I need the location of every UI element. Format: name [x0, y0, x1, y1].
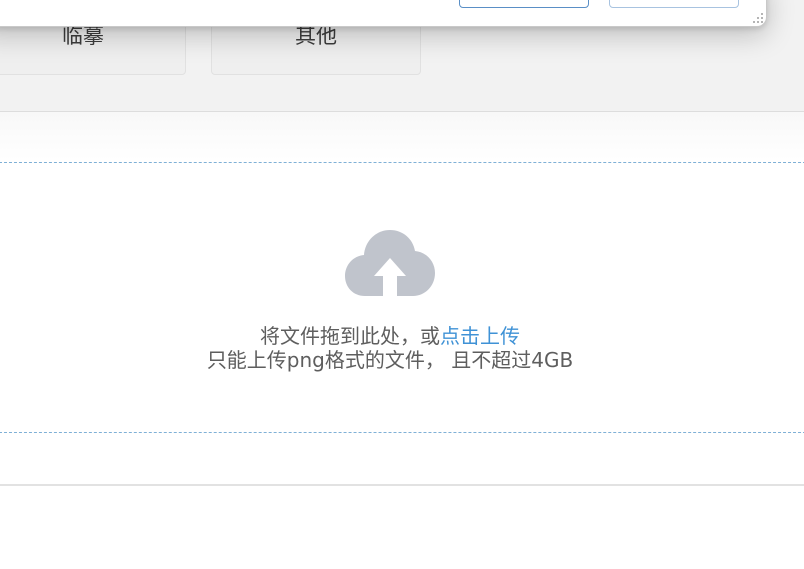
resize-grip-icon[interactable] — [752, 12, 764, 24]
cloud-upload-icon — [345, 230, 435, 296]
dialog-cancel-button[interactable] — [609, 0, 739, 8]
upload-prompt-text: 将文件拖到此处，或 — [260, 324, 440, 348]
upload-prompt: 将文件拖到此处，或点击上传 — [0, 324, 780, 348]
upload-tip: 只能上传png格式的文件， 且不超过4GB — [206, 348, 574, 372]
divider — [0, 484, 804, 486]
click-upload-link[interactable]: 点击上传 — [440, 324, 520, 348]
modal-dialog — [0, 0, 767, 27]
upload-page: 临摹 其他 将文件拖到此处，或点击上传 只能上传png格式的文件， 且不超过4G… — [0, 0, 804, 569]
section-gap — [0, 112, 804, 160]
dialog-confirm-button[interactable] — [459, 0, 589, 8]
